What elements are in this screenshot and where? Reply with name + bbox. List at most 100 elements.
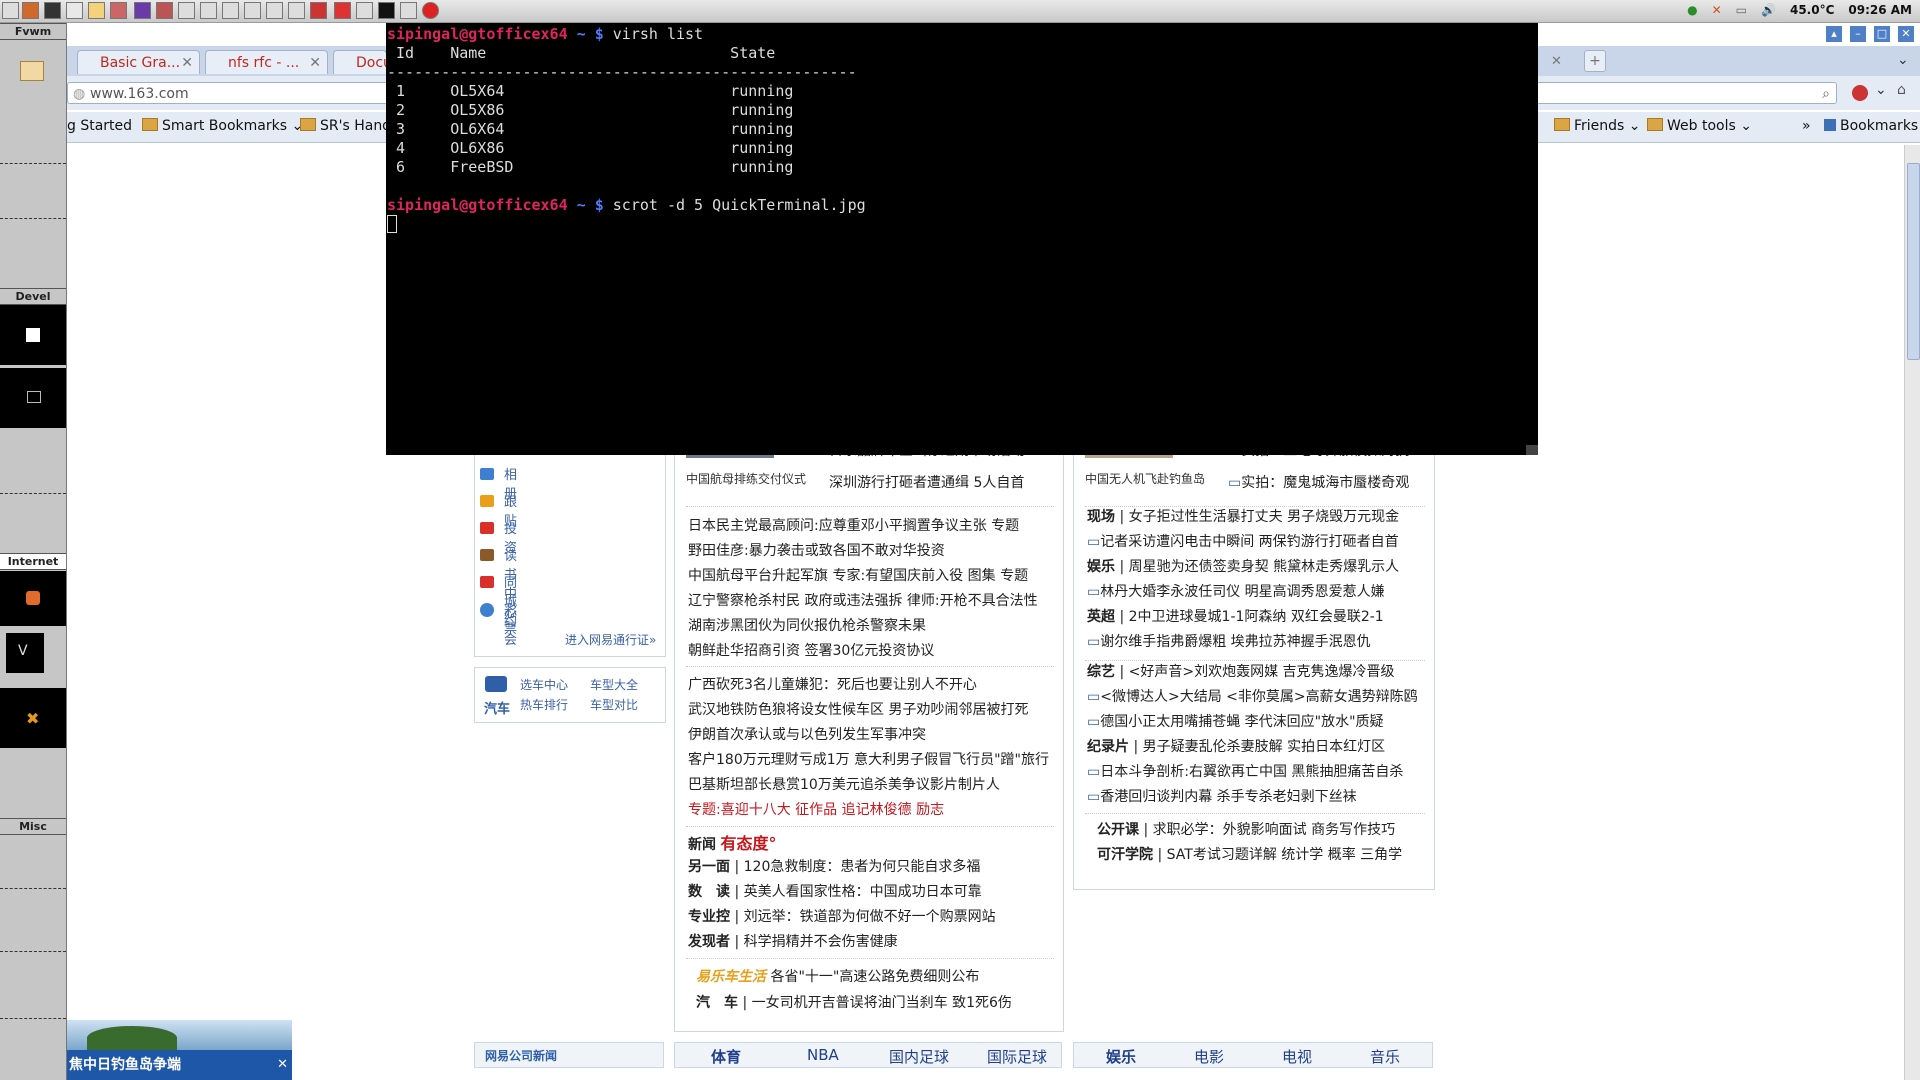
chevron-down-icon[interactable]: ⌄ (1875, 82, 1887, 98)
disconnect-icon[interactable]: ✕ (1712, 3, 1722, 17)
abp-icon[interactable] (1852, 85, 1868, 101)
refresh-icon[interactable] (400, 2, 417, 19)
news-headline[interactable]: 公开课 | 求职必学：外貌影响面试 商务写作技巧 (1097, 818, 1402, 843)
new-tab-button[interactable]: + (1584, 50, 1606, 72)
news-headline[interactable]: ▭日本斗争剖析:右翼欲再亡中国 黑熊抽胆痛苦自杀 (1087, 760, 1418, 785)
tab-music[interactable]: 音乐 (1370, 1046, 1400, 1067)
island-banner-image[interactable] (67, 1020, 292, 1050)
news-headline[interactable]: 发现者 | 科学捐精并不会伤害健康 (688, 930, 996, 955)
iconify-icon[interactable] (244, 2, 261, 19)
bookmark-folder-smart[interactable]: Smart Bookmarks ⌄ (142, 118, 303, 134)
news-headline[interactable]: 客户180万元理财亏成1万 意大利男子假冒飞行员"蹭"旅行 (688, 748, 1049, 773)
bookmarks-overflow-button[interactable]: » (1802, 118, 1811, 134)
resize-grip[interactable] (1526, 445, 1538, 455)
move-icon[interactable] (200, 2, 217, 19)
fvwm-desk-window-icon[interactable] (20, 61, 44, 81)
scrollbar-thumb[interactable] (1907, 163, 1920, 360)
volume-icon[interactable]: 🔊 (1761, 3, 1776, 17)
network-icon[interactable]: ● (1687, 3, 1697, 17)
photo-caption[interactable]: 中国无人机飞赴钓鱼岛 (1085, 470, 1205, 487)
auto-link-compare[interactable]: 车型对比 (590, 696, 638, 713)
news-headline[interactable]: 朝鲜赴华招商引资 签署30亿元投资协议 (688, 639, 1038, 664)
news-headline[interactable]: 中国航母平台升起军旗 专家:有望国庆前入役 图集 专题 (688, 564, 1038, 589)
auto-link-models[interactable]: 车型大全 (590, 676, 638, 693)
news-headline[interactable]: ▭<微博达人>大结局 <非你莫属>高薪女遇势辩陈鸥 (1087, 685, 1418, 710)
auto-link-select[interactable]: 选车中心 (520, 676, 568, 693)
news-headline[interactable]: 巴基斯坦部长悬赏10万美元追杀美争议影片制片人 (688, 773, 1049, 798)
help-icon[interactable] (334, 2, 351, 19)
news-headline[interactable]: ▭实拍：魔鬼城海市蜃楼奇观 (1228, 472, 1409, 492)
news-headline[interactable]: 数 读 | 英美人看国家性格：中国成功日本可靠 (688, 880, 996, 905)
tab-docu[interactable]: Docu (333, 50, 387, 74)
news-headline[interactable]: 湖南涉黑团伙为同伙报仇枪杀警察未果 (688, 614, 1038, 639)
sidebar-link-lottery[interactable]: 彩票 (504, 599, 517, 637)
news-headline[interactable]: ▭谢尔维手指弗爵爆粗 埃弗拉苏神握手泯恩仇 (1087, 630, 1399, 655)
bookmark-folder-web-tools[interactable]: Web tools ⌄ (1647, 118, 1752, 134)
news-headline[interactable]: 野田佳彦:暴力袭击或致各国不敢对华投资 (688, 539, 1038, 564)
bookmark-folder-friends[interactable]: Friends ⌄ (1554, 118, 1641, 134)
tab-sports[interactable]: 体育 (711, 1046, 741, 1067)
battery-icon[interactable]: ▭ (1736, 3, 1747, 17)
tab-entertainment[interactable]: 娱乐 (1106, 1046, 1136, 1067)
passport-link[interactable]: 进入网易通行证» (565, 631, 656, 648)
raise-icon[interactable] (288, 2, 305, 19)
tab-list-chevron-icon[interactable]: ⌄ (1897, 52, 1909, 68)
company-news-title[interactable]: 网易公司新闻 (485, 1047, 557, 1064)
editor-launcher-icon[interactable] (66, 2, 83, 19)
page-scrollbar[interactable] (1904, 145, 1920, 1080)
car-life-row[interactable]: 易乐车生活 各省"十一"高速公路免费细则公布 (696, 966, 979, 986)
news-headline[interactable]: 英超 | 2中卫进球曼城1-1阿森纳 双红会曼联2-1 (1087, 605, 1399, 630)
minimize-window-icon[interactable]: – (1850, 26, 1866, 42)
desk-label-devel[interactable]: Devel (0, 288, 66, 305)
news-headline[interactable]: 综艺 | <好声音>刘欢炮轰网媒 吉克隽逸爆冷晋级 (1087, 660, 1418, 685)
resize-icon[interactable] (222, 2, 239, 19)
news-headline[interactable]: ▭德国小正太用嘴捕苍蝇 李代沫回应"放水"质疑 (1087, 710, 1418, 735)
bookmark-folder-srs-hand[interactable]: SR's Hand (300, 118, 391, 134)
news-headline[interactable]: 纪录片 | 男子疑妻乱伦杀妻肢解 实拍日本红灯区 (1087, 735, 1418, 760)
close-window-icon[interactable]: ✕ (1898, 26, 1914, 42)
news-headline[interactable]: 深圳游行打砸者遭通缉 5人自首 (829, 472, 1024, 492)
search-icon[interactable]: ⌕ (1822, 83, 1830, 105)
tool-launcher-icon[interactable] (110, 2, 127, 19)
quick-terminal-window[interactable]: sipingal@gtofficex64 ~ $ virsh list Id N… (386, 23, 1538, 455)
news-headline[interactable]: 专业控 | 刘远举：铁道部为何做不好一个购票网站 (688, 905, 996, 930)
news-headline[interactable]: 现场 | 女子拒过性生活暴打丈夫 男子烧毁万元现金 (1087, 505, 1399, 530)
news-headline[interactable]: 另一面 | 120急救制度：患者为何只能自求多福 (688, 855, 996, 880)
stick-icon[interactable] (310, 2, 327, 19)
news-headline[interactable]: 辽宁警察枪杀村民 政府或违法强拆 律师:开枪不具合法性 (688, 589, 1038, 614)
news-headline[interactable]: 娱乐 | 周星驰为还债签卖身契 熊黛林走秀爆乳示人 (1087, 555, 1399, 580)
desk-label-misc[interactable]: Misc (0, 818, 66, 835)
close-banner-icon[interactable]: ✕ (277, 1050, 288, 1080)
shade-window-icon[interactable]: ▴ (1826, 26, 1842, 42)
auto-link-ranking[interactable]: 热车排行 (520, 696, 568, 713)
news-headline[interactable]: 广西砍死3名儿童嫌犯：死后也要让别人不开心 (688, 673, 1049, 698)
news-headline[interactable]: 可汗学院 | SAT考试习题详解 统计学 概率 三角学 (1097, 843, 1402, 868)
news-headline[interactable]: 日本民主党最高顾问:应尊重邓小平搁置争议主张 专题 (688, 514, 1038, 539)
terminal-launcher-icon[interactable] (44, 2, 61, 19)
close-tab-icon[interactable]: ✕ (309, 51, 321, 74)
news-headline[interactable]: 汽 车 | 一女司机开吉普误将油门当刹车 致1死6伤 (696, 992, 1012, 1012)
grid-icon[interactable] (178, 2, 195, 19)
bookmark-getting-started[interactable]: g Started (67, 118, 132, 134)
tab-nfs-rfc[interactable]: nfs rfc - ... ✕ (205, 50, 328, 74)
tab-domestic-football[interactable]: 国内足球 (889, 1046, 949, 1067)
power-icon[interactable] (422, 2, 439, 19)
notes-launcher-icon[interactable] (88, 2, 105, 19)
maximize-icon[interactable] (266, 2, 283, 19)
desk-label-fvwm[interactable]: Fvwm (0, 23, 66, 40)
bookmarks-menu-button[interactable]: Bookmarks (1824, 118, 1918, 134)
desk-label-internet[interactable]: Internet (0, 553, 66, 570)
identify-icon[interactable] (356, 2, 373, 19)
photo-caption[interactable]: 中国航母排练交付仪式 (686, 470, 806, 487)
news-headline[interactable]: ▭林丹大婚李永波任司仪 明星高调秀恩爱惹人嫌 (1087, 580, 1399, 605)
tab-movies[interactable]: 电影 (1194, 1046, 1224, 1067)
news-headline[interactable]: ▭香港回归谈判内幕 杀手专杀老妇剥下丝袜 (1087, 785, 1418, 810)
maximize-window-icon[interactable]: □ (1874, 26, 1890, 42)
special-topics-link[interactable]: 专题:喜迎十八大 征作品 追记林俊德 励志 (688, 798, 1049, 823)
tab-basic-gra[interactable]: Basic Gra... ✕ (77, 50, 200, 74)
terminal-icon[interactable] (378, 2, 395, 19)
paint-launcher-icon[interactable] (134, 2, 151, 19)
news-headline[interactable]: ▭记者采访遭闪电击中瞬间 两保钓游行打砸者自首 (1087, 530, 1399, 555)
firefox-launcher-icon[interactable] (22, 2, 39, 19)
close-tab-icon[interactable]: ✕ (181, 51, 193, 74)
